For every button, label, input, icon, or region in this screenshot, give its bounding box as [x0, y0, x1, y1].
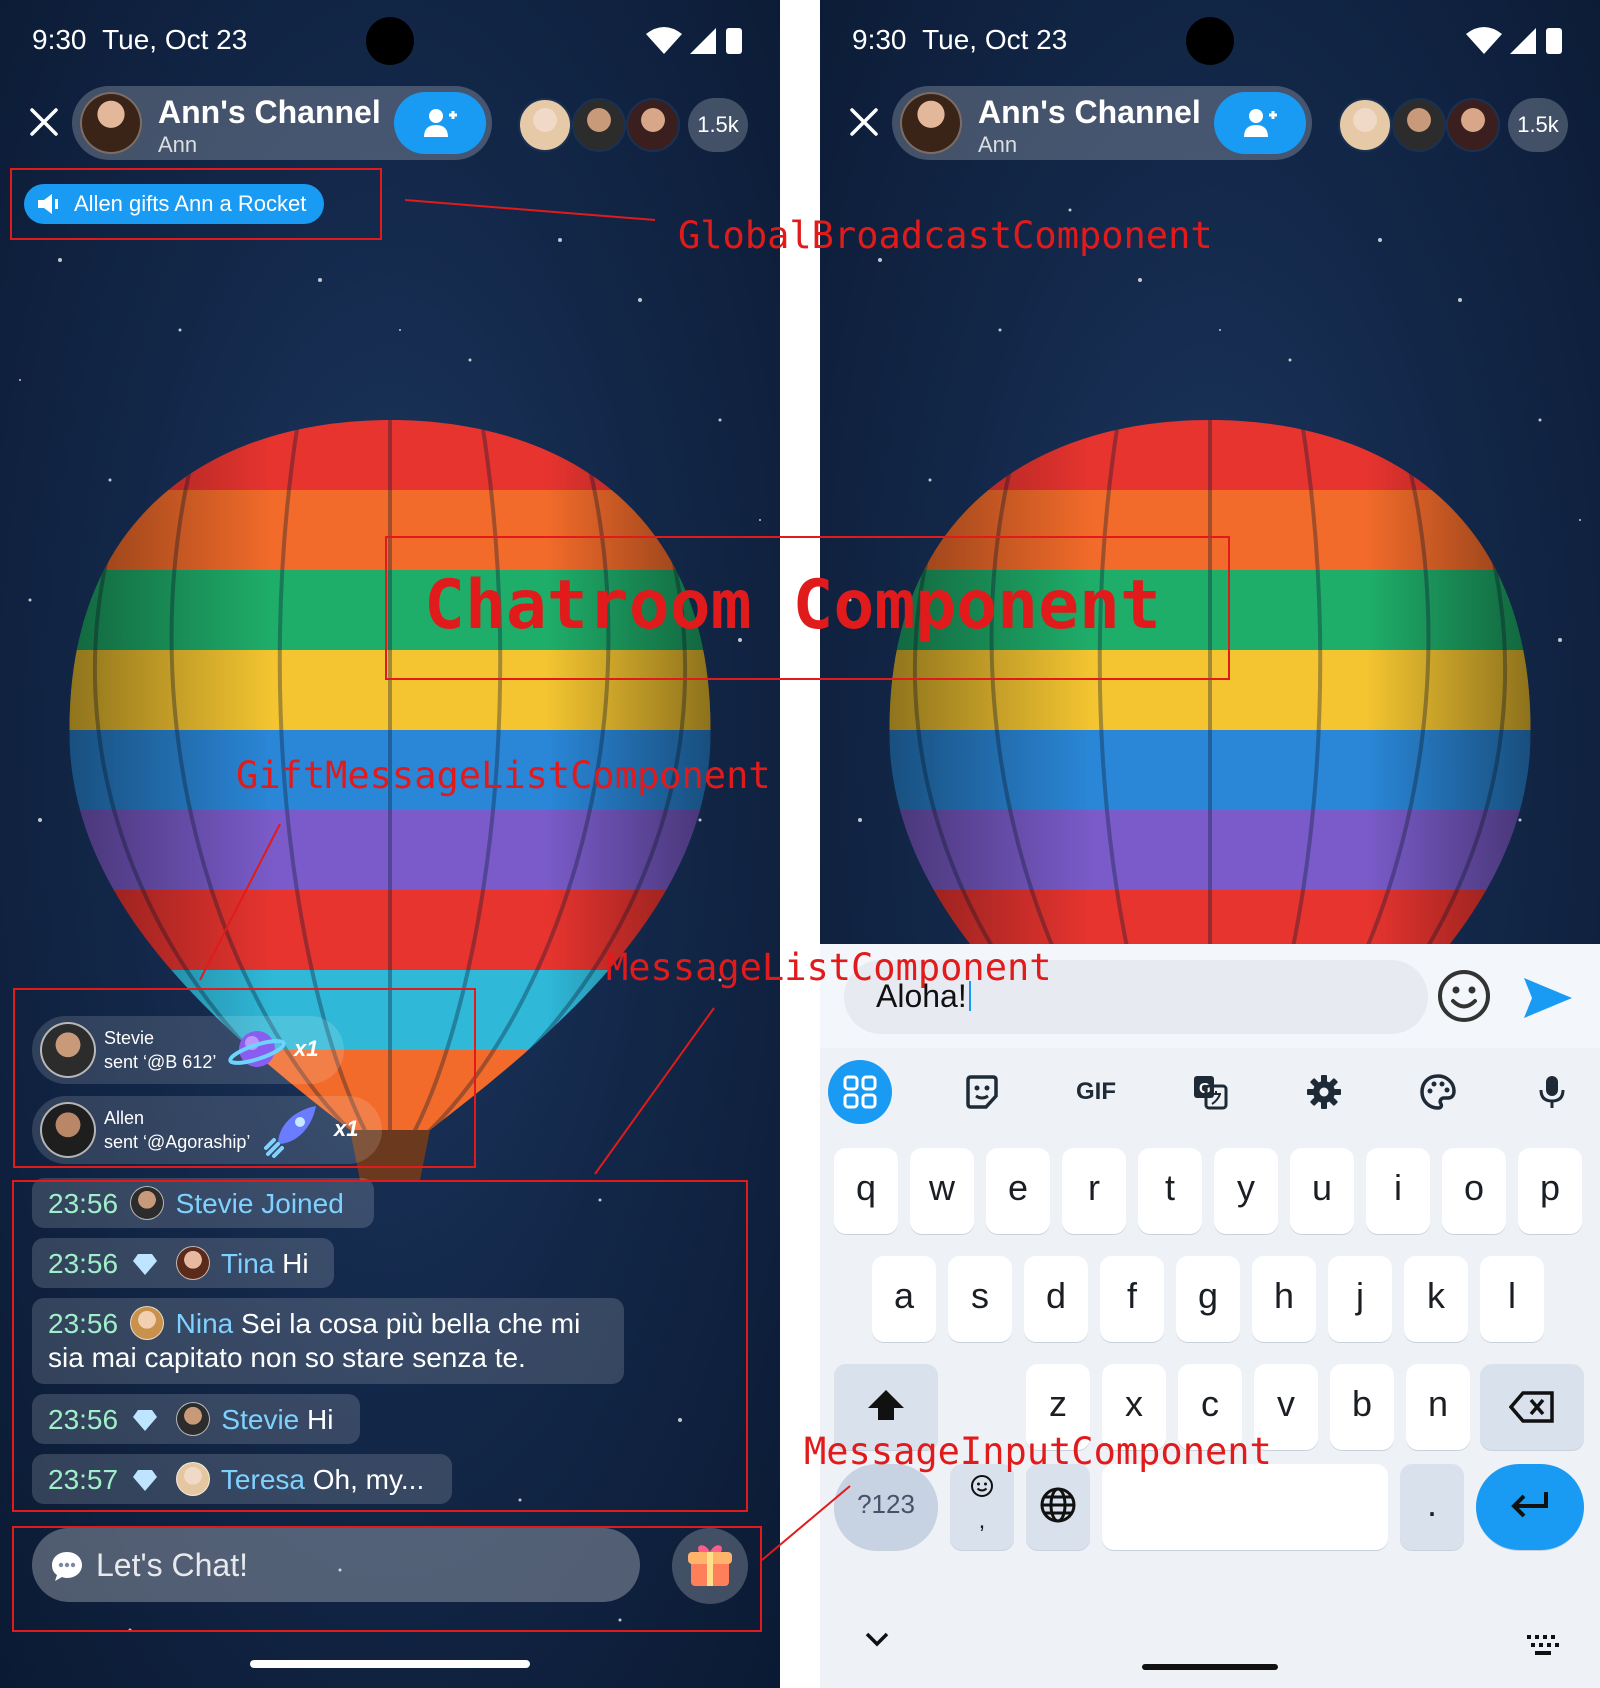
annotation-label-gift-list: GiftMessageListComponent [236, 754, 771, 797]
annotation-label-chatroom: Chatroom Component [424, 566, 1161, 645]
annotation-label-message-list: MessageListComponent [606, 946, 1052, 989]
annotation-label-message-input: MessageInputComponent [804, 1430, 1272, 1473]
annotation-label-global-broadcast: GlobalBroadcastComponent [678, 214, 1213, 257]
